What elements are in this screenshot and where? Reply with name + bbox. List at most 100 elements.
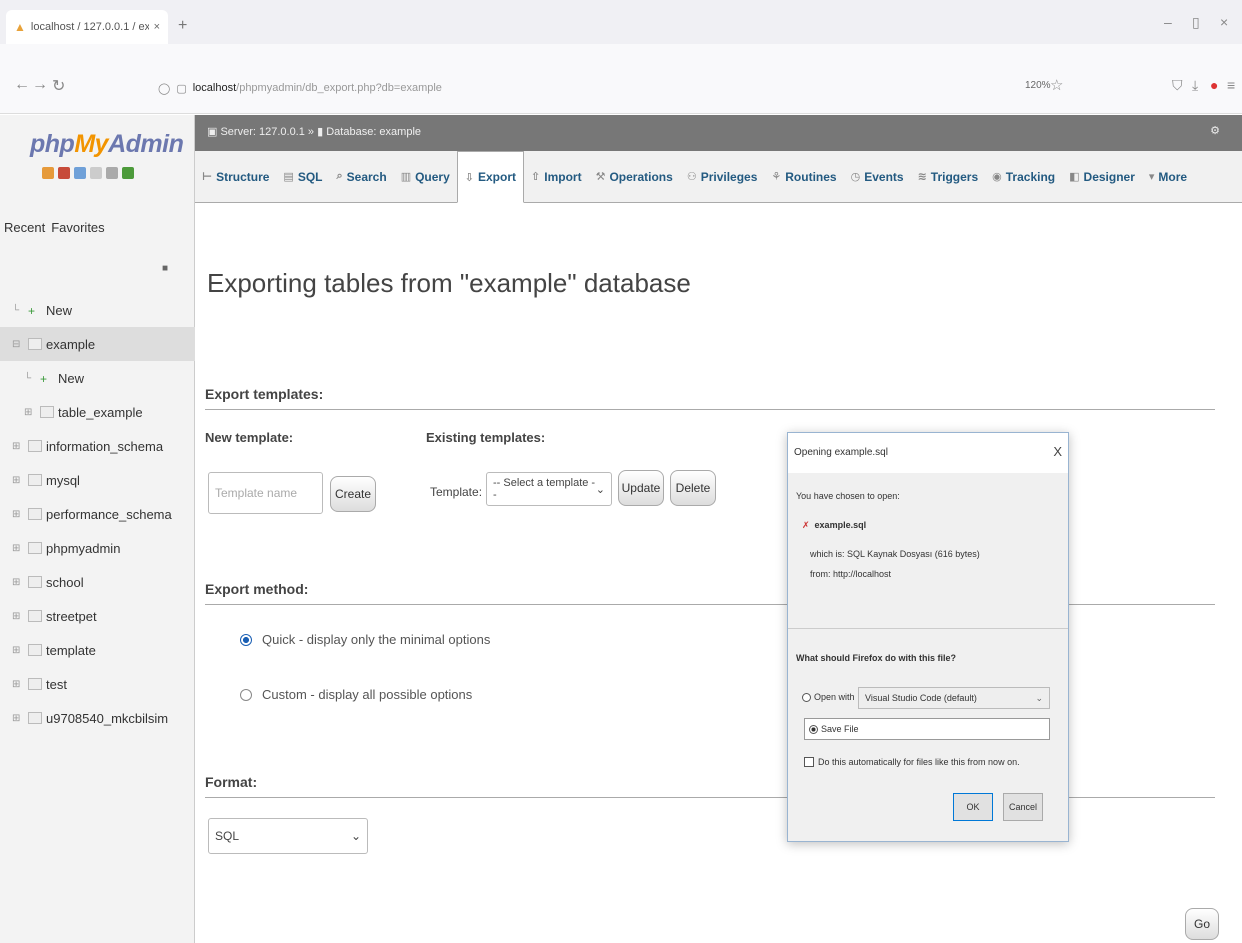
help-icon[interactable] [74,167,86,179]
breadcrumb-server[interactable]: Server: 127.0.0.1 [220,126,304,138]
pocket-icon[interactable]: ⛉ [1172,77,1183,94]
tree-item[interactable]: ⊞ u9708540_mkcbilsim [12,701,192,735]
browser-tab[interactable]: ▲ localhost / 127.0.0.1 / example × [6,10,168,44]
expand-icon[interactable]: ⊟ [12,339,24,350]
settings-icon[interactable] [106,167,118,179]
template-name-input[interactable]: Template name [208,472,323,514]
cancel-button[interactable]: Cancel [1003,793,1043,821]
tab-privileges[interactable]: ⚇ Privileges [680,154,765,200]
expand-icon[interactable]: ⊞ [12,509,24,520]
chevron-down-icon: ▾ [1148,171,1155,183]
expand-icon[interactable]: ⊞ [12,441,24,452]
tab-operations[interactable]: ⚒ Operations [589,154,680,200]
tab-search[interactable]: ⌕ Search [329,154,393,200]
new-tab-icon[interactable]: + [178,17,187,35]
breadcrumb-database[interactable]: Database: example [326,126,421,138]
open-with-option[interactable]: Open with [802,692,855,702]
pma-navigation: phpMyAdmin Recent Favorites ■ └ + New ⊟ examp… [0,115,195,943]
open-with-select[interactable]: Visual Studio Code (default) ⌄ [858,687,1050,709]
tab-routines[interactable]: ⚘ Routines [764,154,843,200]
tree-item[interactable]: ⊞ mysql [12,463,192,497]
tree-item[interactable]: └ + New [12,293,192,327]
auto-checkbox[interactable] [804,757,814,767]
zoom-level[interactable]: 120% [1025,80,1051,91]
save-file-option[interactable]: Save File [804,718,1050,740]
expand-icon[interactable]: ⊞ [12,679,24,690]
open-with-radio[interactable] [802,692,811,702]
reload-nav-icon[interactable] [122,167,134,179]
menu-icon[interactable]: ≡ [1227,77,1235,93]
quick-option[interactable]: Quick - display only the minimal options [240,632,490,647]
export-icon: ⇩ [464,171,474,184]
home-icon[interactable] [42,167,54,179]
tab-import[interactable]: ⇧ Import [524,154,589,200]
update-button[interactable]: Update [618,470,664,506]
tab-export[interactable]: ⇩ Export [456,151,525,203]
expand-icon[interactable]: ⊞ [12,611,24,622]
forward-icon[interactable]: → [32,76,48,94]
downloads-icon[interactable]: ⤓ [1192,77,1198,94]
existing-templates-label: Existing templates: [426,430,546,445]
expand-icon[interactable]: ⊞ [12,645,24,656]
tab-designer[interactable]: ◧ Designer [1062,154,1142,200]
create-button[interactable]: Create [330,476,376,512]
tree-item[interactable]: ⊞ phpmyadmin [12,531,192,565]
tab-triggers[interactable]: ≋ Triggers [911,154,986,200]
bookmark-star-icon[interactable]: ☆ [1050,76,1063,94]
recent-tab[interactable]: Recent [4,220,45,235]
favorites-tab[interactable]: Favorites [51,220,104,235]
tree-item[interactable]: ⊟ example [0,327,195,361]
delete-button[interactable]: Delete [670,470,716,506]
tree-item[interactable]: ⊞ streetpet [12,599,192,633]
database-icon [28,542,42,554]
maximize-icon[interactable]: ▯ [1192,14,1200,31]
url-host: localhost [192,82,237,94]
expand-icon[interactable]: ⊞ [12,475,24,486]
tab-tracking[interactable]: ◉ Tracking [985,154,1062,200]
save-file-radio[interactable] [809,724,818,734]
expand-icon[interactable]: ⊞ [12,713,24,724]
tab-more[interactable]: ▾ More [1142,154,1194,200]
back-icon[interactable]: ← [14,76,30,94]
gear-icon[interactable]: ⚙ [1210,124,1220,137]
tab-label: Search [346,169,387,184]
dialog-close-icon[interactable]: X [1053,444,1062,459]
close-tab-icon[interactable]: × [154,21,160,33]
custom-option[interactable]: Custom - display all possible options [240,687,472,702]
expand-icon[interactable]: ⊞ [12,543,24,554]
custom-radio[interactable] [240,688,252,701]
ok-button[interactable]: OK [953,793,993,821]
reload-icon[interactable]: ↻ [52,76,65,96]
tree-item[interactable]: ⊞ test [12,667,192,701]
routines-icon: ⚘ [771,171,782,183]
format-select[interactable]: SQL ⌄ [208,818,368,854]
tab-label: More [1158,169,1188,184]
go-button[interactable]: Go [1185,908,1219,940]
minimize-icon[interactable]: – [1164,14,1172,30]
tree-item-label: performance_schema [46,506,172,522]
tree-item[interactable]: ⊞ school [12,565,192,599]
tree-item[interactable]: ⊞ information_schema [12,429,192,463]
window-close-icon[interactable]: × [1220,14,1228,30]
tab-structure[interactable]: ⊢ Structure [195,154,276,200]
database-icon [28,440,42,452]
expand-icon[interactable]: ⊞ [12,577,24,588]
tab-events[interactable]: ◷ Events [844,154,911,200]
docs-icon[interactable] [90,167,102,179]
template-select[interactable]: -- Select a template -- ⌄ [486,472,612,506]
tree-item[interactable]: ⊞ performance_schema [12,497,192,531]
expand-icon[interactable]: ⊞ [24,407,36,418]
tab-sql[interactable]: ▤ SQL [276,154,329,200]
tree-item[interactable]: └ + New [12,361,192,395]
tree-item[interactable]: ⊞ table_example [12,395,192,429]
tab-query[interactable]: ▥ Query [394,154,457,200]
extension-icon[interactable]: ● [1210,77,1218,93]
pma-logo[interactable]: phpMyAdmin [30,130,184,159]
url-bar[interactable]: ◯ ▢ localhost/phpmyadmin/db_export.php?d… [158,76,1038,100]
tab-label: Import [544,169,582,184]
tree-item[interactable]: ⊞ template [12,633,192,667]
auto-checkbox-row[interactable]: Do this automatically for files like thi… [804,757,1020,767]
logout-icon[interactable] [58,167,70,179]
collapse-all-icon[interactable]: ■ [162,263,168,274]
quick-radio[interactable] [240,633,252,646]
